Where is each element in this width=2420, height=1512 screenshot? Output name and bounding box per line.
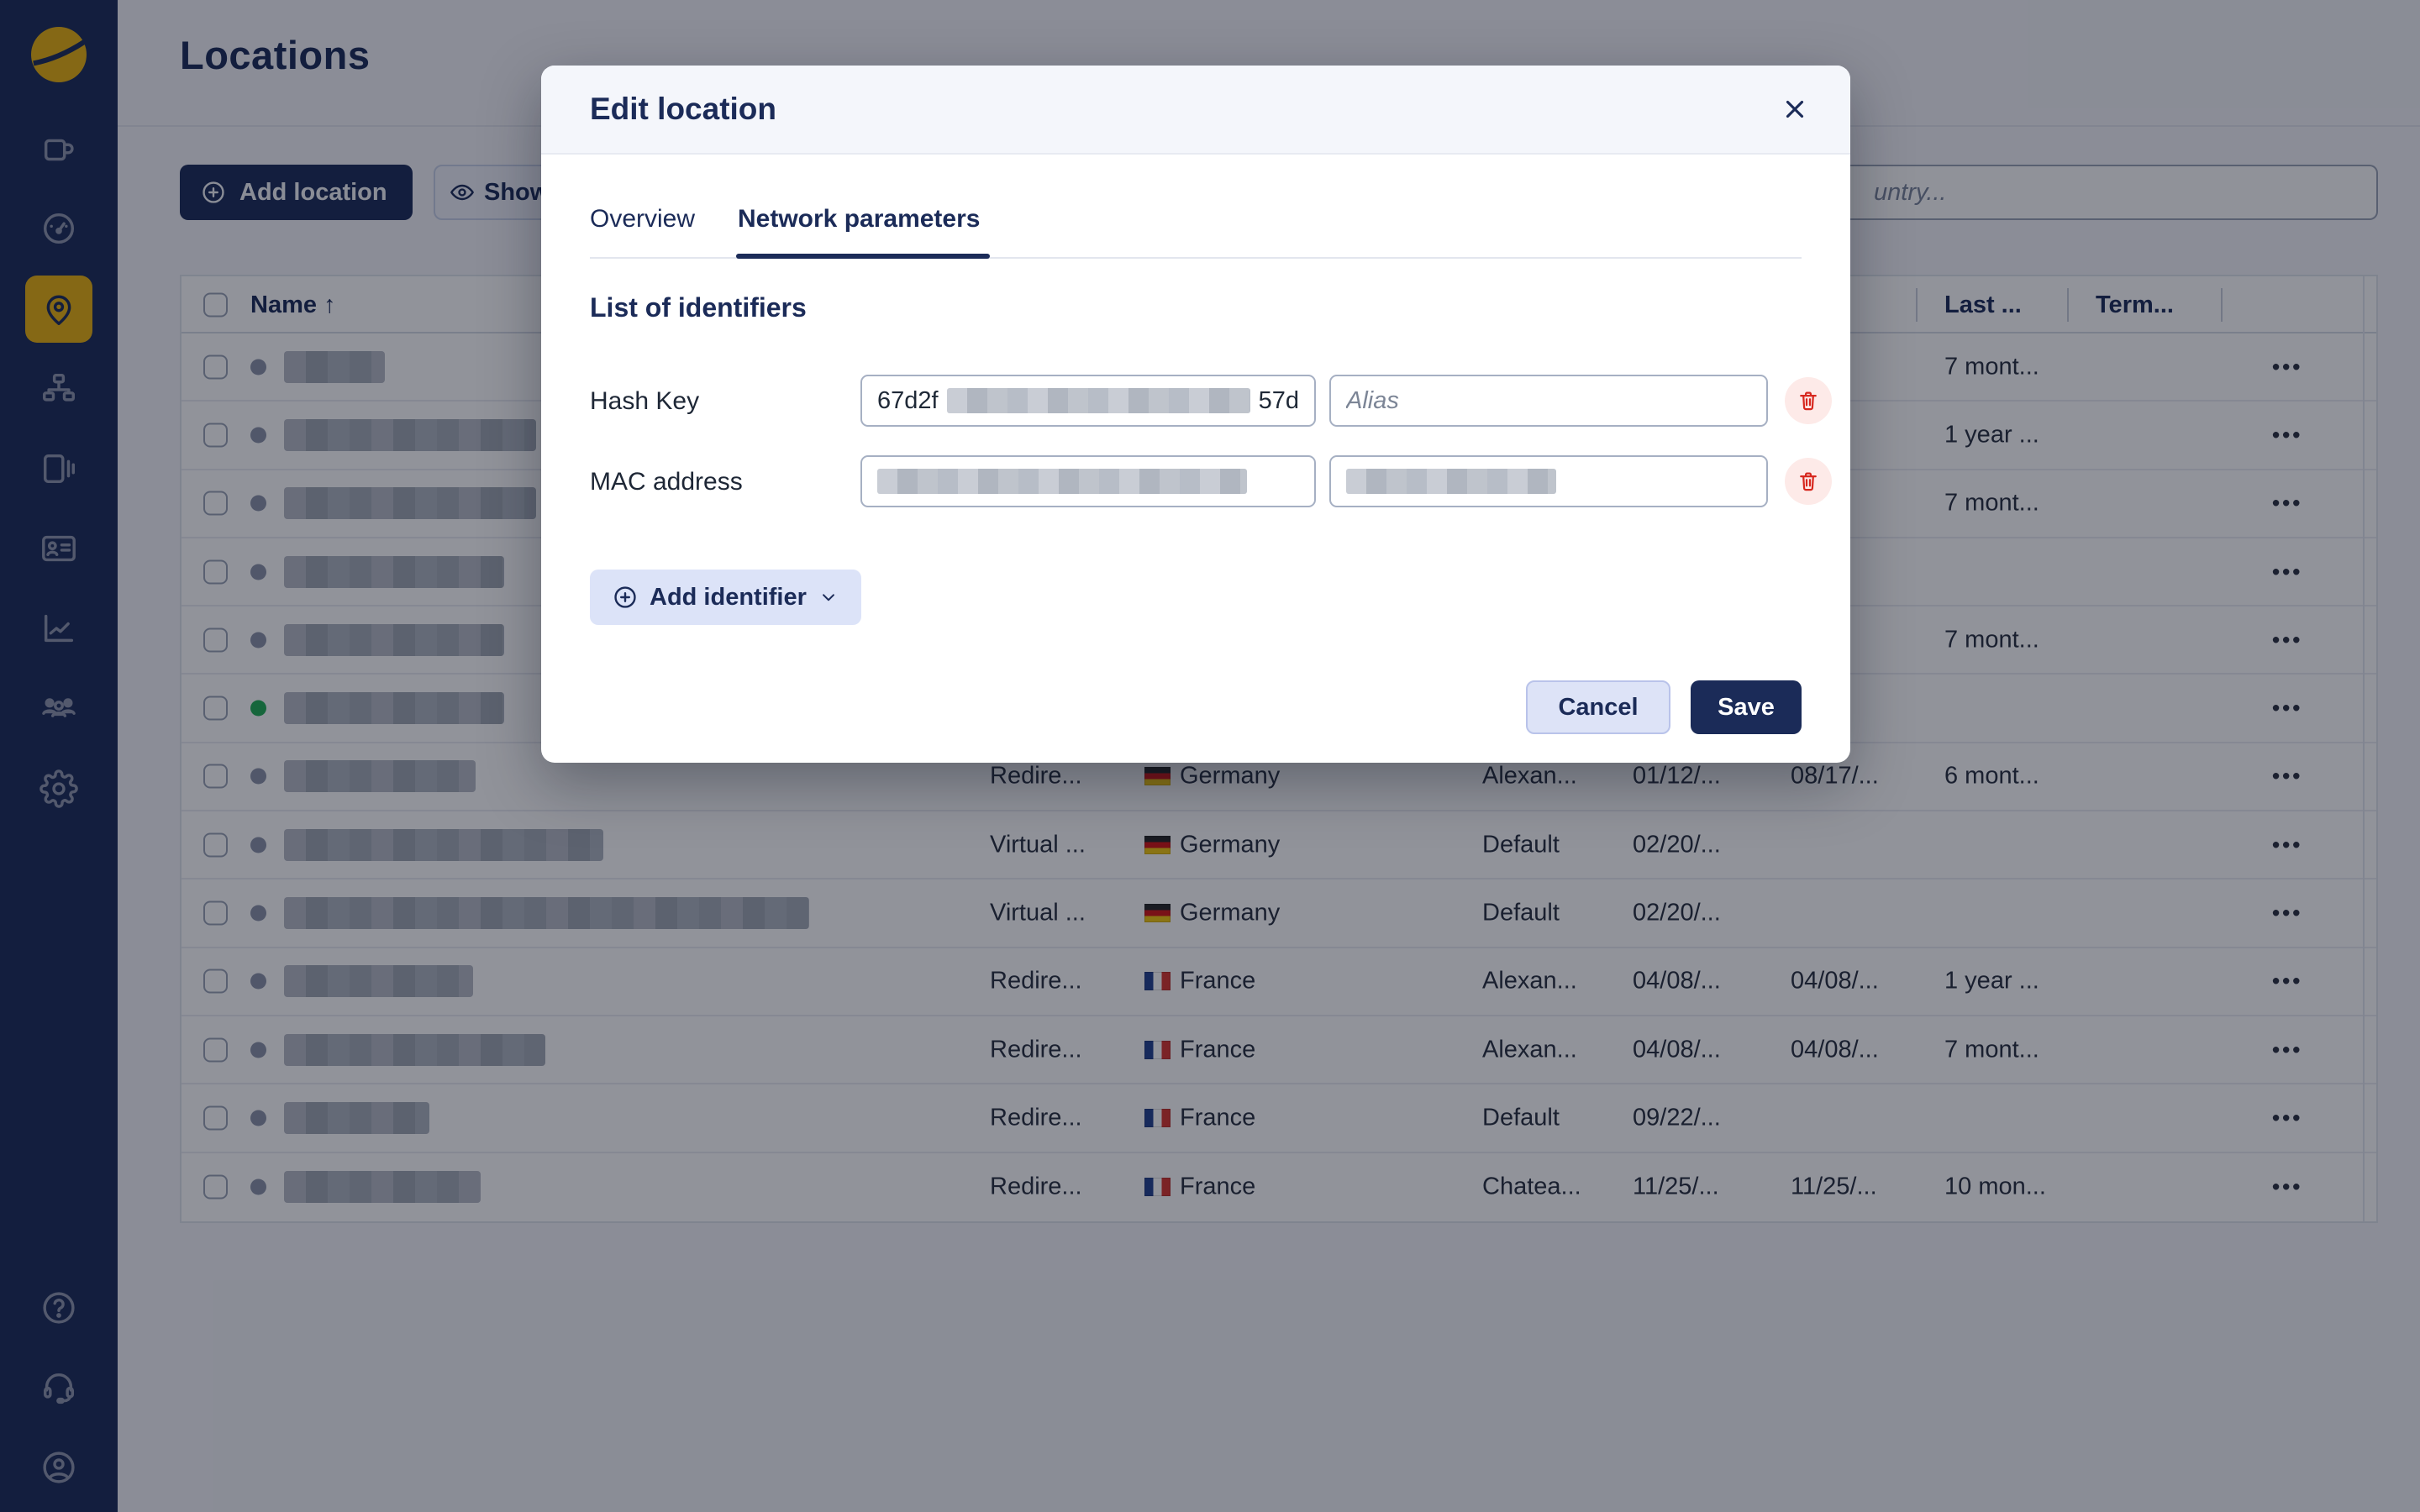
mac-address-input[interactable] <box>860 455 1316 507</box>
modal-title: Edit location <box>590 92 776 127</box>
section-title: List of identifiers <box>590 292 807 323</box>
chevron-down-icon <box>818 586 839 608</box>
redacted-alias-value <box>1346 469 1556 494</box>
plus-circle-icon <box>612 584 639 611</box>
hash-key-input[interactable]: 67d2f 57d <box>860 375 1316 427</box>
add-identifier-button[interactable]: Add identifier <box>590 570 861 625</box>
delete-mac-address-button[interactable] <box>1785 458 1832 505</box>
delete-hash-key-button[interactable] <box>1785 377 1832 424</box>
hash-key-alias-input[interactable] <box>1329 375 1768 427</box>
active-tab-underline <box>736 254 990 259</box>
mac-alias-input[interactable] <box>1329 455 1768 507</box>
close-icon[interactable] <box>1778 93 1812 127</box>
tab-overview[interactable]: Overview <box>590 205 695 234</box>
tab-network-parameters[interactable]: Network parameters <box>738 205 980 234</box>
cancel-button[interactable]: Cancel <box>1526 680 1670 734</box>
hash-key-label: Hash Key <box>590 387 699 416</box>
save-button[interactable]: Save <box>1691 680 1802 734</box>
redacted-hash-value <box>947 388 1250 413</box>
edit-location-modal: Edit location Overview Network parameter… <box>541 66 1850 763</box>
mac-address-label: MAC address <box>590 468 743 496</box>
redacted-mac-value <box>877 469 1247 494</box>
modal-header: Edit location <box>541 66 1850 155</box>
